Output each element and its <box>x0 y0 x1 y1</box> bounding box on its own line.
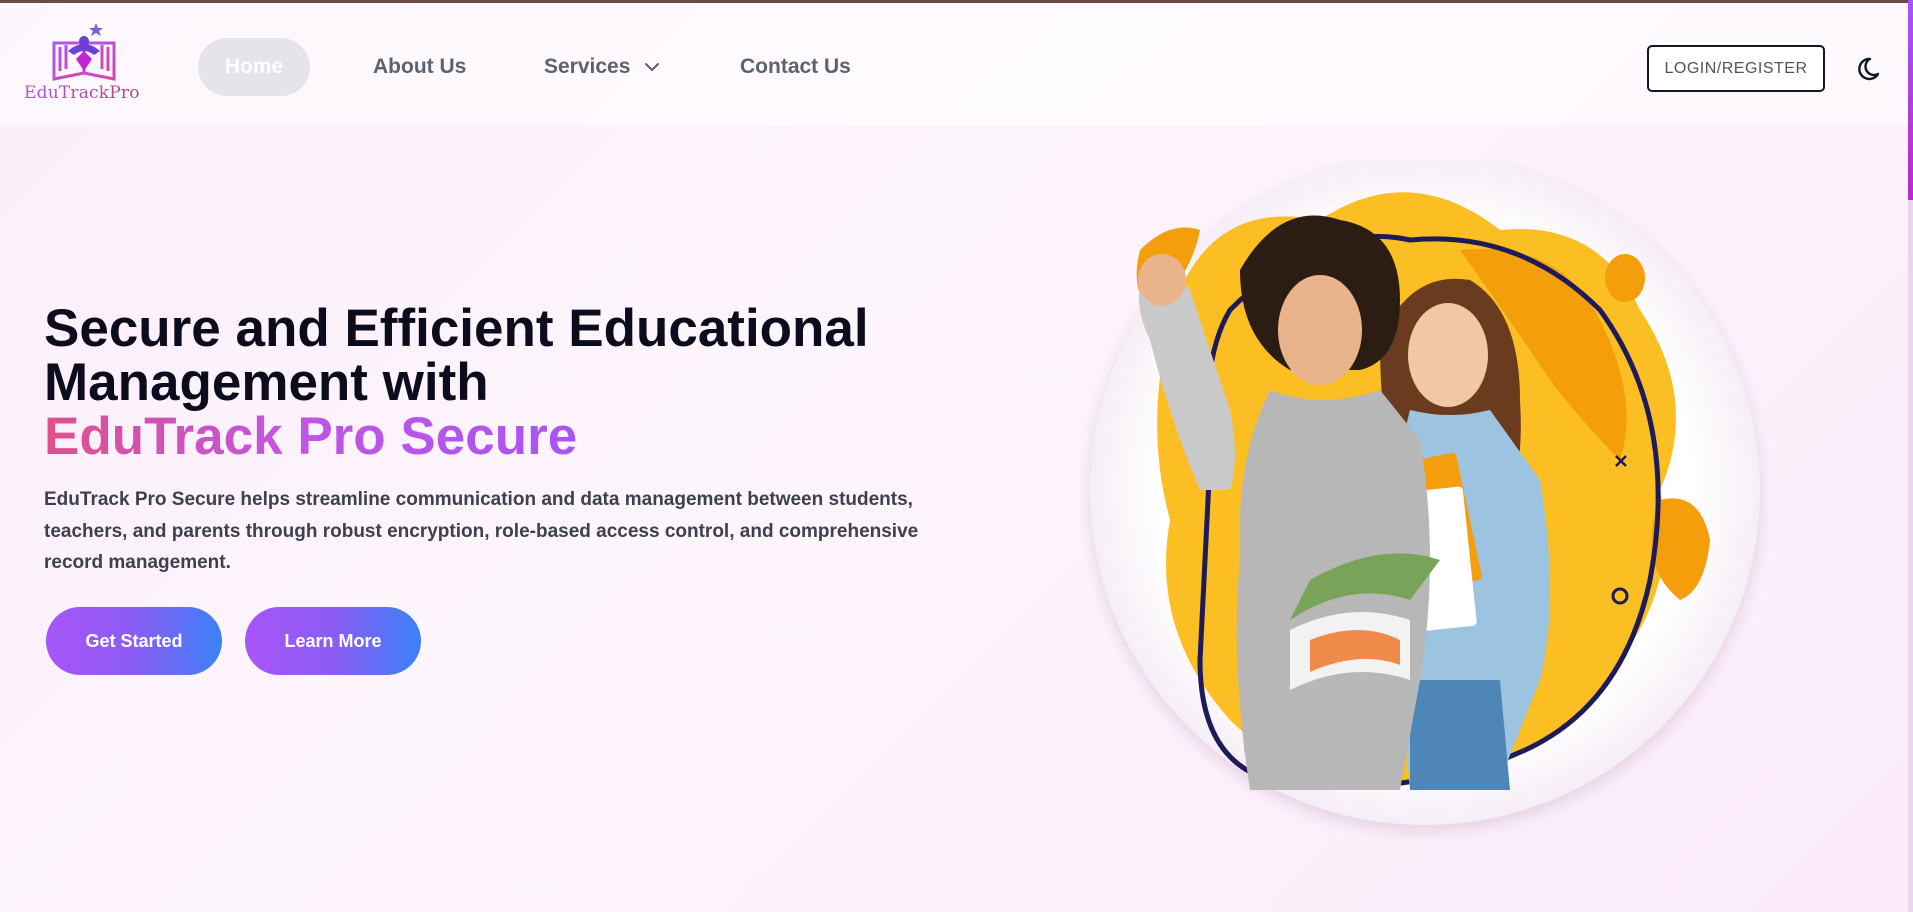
login-register-button[interactable]: LOGIN/REGISTER <box>1647 45 1825 92</box>
nav-services[interactable]: Services <box>544 38 660 96</box>
hero-title-line1: Secure and Efficient Educational <box>44 299 869 358</box>
hero-title-accent: EduTrack Pro Secure <box>44 407 578 466</box>
hero-description: EduTrack Pro Secure helps streamline com… <box>44 489 919 573</box>
hero-title-line2: Management with <box>44 353 489 412</box>
logo[interactable]: EduTrackPro <box>22 21 152 107</box>
navbar: EduTrackPro Home About Us Services Conta… <box>0 3 1908 125</box>
get-started-button[interactable]: Get Started <box>46 607 222 675</box>
moon-icon[interactable] <box>1858 53 1886 81</box>
students-illustration <box>1090 160 1760 825</box>
logo-book-icon <box>52 23 116 81</box>
hero-title: Secure and Efficient Educational Managem… <box>44 302 944 464</box>
chevron-down-icon <box>645 63 660 72</box>
nav-contact-us[interactable]: Contact Us <box>740 38 851 96</box>
nav-about-us[interactable]: About Us <box>373 38 466 96</box>
nav-services-label: Services <box>544 55 631 78</box>
nav-home[interactable]: Home <box>198 38 310 96</box>
scrollbar-thumb[interactable] <box>1908 0 1913 200</box>
logo-text: EduTrackPro <box>24 83 140 103</box>
learn-more-button[interactable]: Learn More <box>245 607 421 675</box>
